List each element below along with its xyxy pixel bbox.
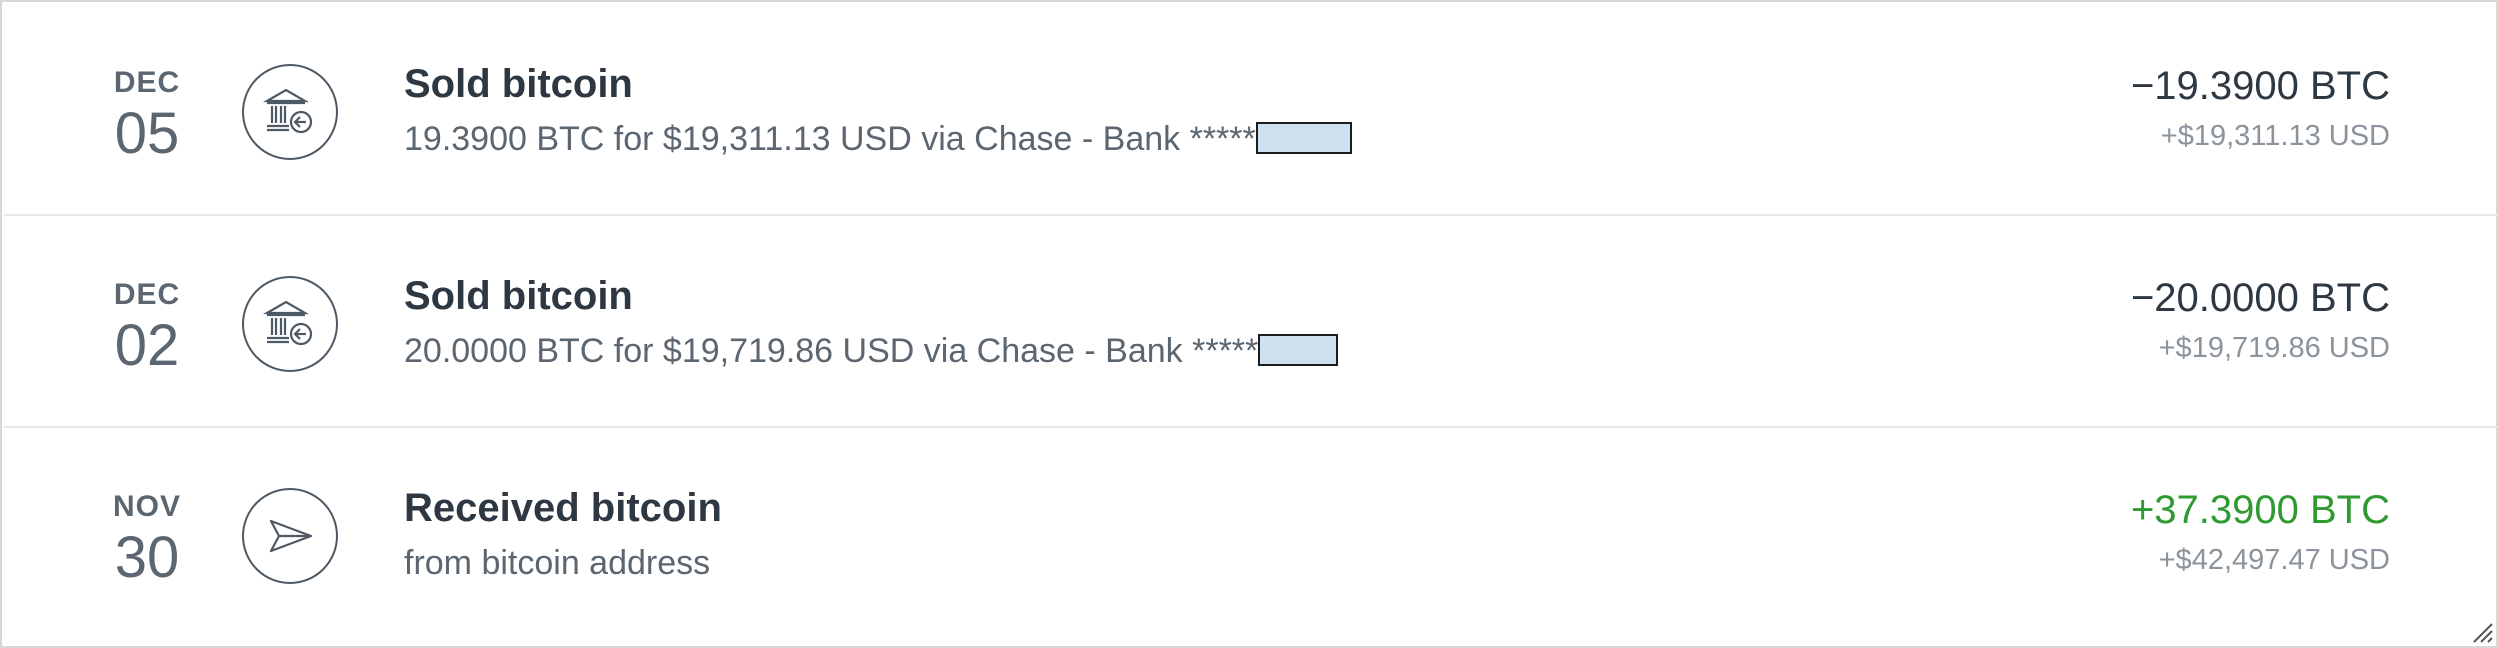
date-month: DEC (113, 66, 181, 99)
paper-plane-icon (242, 488, 338, 584)
transaction-title: Sold bitcoin (404, 62, 633, 106)
transaction-date: DEC 05 (82, 66, 212, 166)
date-month: DEC (113, 278, 181, 311)
date-day: 02 (114, 313, 180, 378)
usd-amount: +$42,497.47 USD (2158, 544, 2390, 576)
description-text: 20.0000 BTC for $19,719.86 USD via Chase… (404, 332, 1259, 370)
usd-amount: +$19,719.86 USD (2158, 332, 2390, 364)
bank-withdraw-icon (242, 276, 338, 372)
transactions-list: DEC 05 Sold bitcoin 19.3900 BTC for $19,… (0, 0, 2498, 648)
transaction-date: DEC 02 (82, 278, 212, 378)
btc-amount: −19.3900 BTC (2130, 64, 2390, 108)
transaction-title: Received bitcoin (404, 486, 722, 530)
btc-amount: −20.0000 BTC (2130, 276, 2390, 320)
transaction-description: 19.3900 BTC for $19,311.13 USD via Chase… (404, 120, 1352, 159)
date-month: NOV (112, 490, 181, 523)
redacted-account-number (1255, 122, 1352, 155)
transaction-description: 20.0000 BTC for $19,719.86 USD via Chase… (404, 332, 1339, 371)
date-day: 30 (114, 525, 180, 590)
transaction-date: NOV 30 (82, 490, 212, 590)
redacted-account-number (1258, 334, 1339, 367)
date-day: 05 (114, 101, 180, 166)
btc-amount: +37.3900 BTC (2130, 488, 2390, 532)
transaction-row[interactable]: DEC 05 Sold bitcoin 19.3900 BTC for $19,… (4, 4, 2498, 216)
bank-withdraw-icon (242, 64, 338, 160)
resize-handle-icon[interactable] (2466, 616, 2494, 644)
description-text: 19.3900 BTC for $19,311.13 USD via Chase… (404, 120, 1256, 158)
transaction-row[interactable]: NOV 30 Received bitcoin from bitcoin add… (4, 428, 2498, 644)
transaction-title: Sold bitcoin (404, 274, 633, 318)
transaction-row[interactable]: DEC 02 Sold bitcoin 20.0000 BTC for $19,… (4, 216, 2498, 428)
transaction-description: from bitcoin address (404, 544, 711, 582)
usd-amount: +$19,311.13 USD (2160, 120, 2390, 152)
